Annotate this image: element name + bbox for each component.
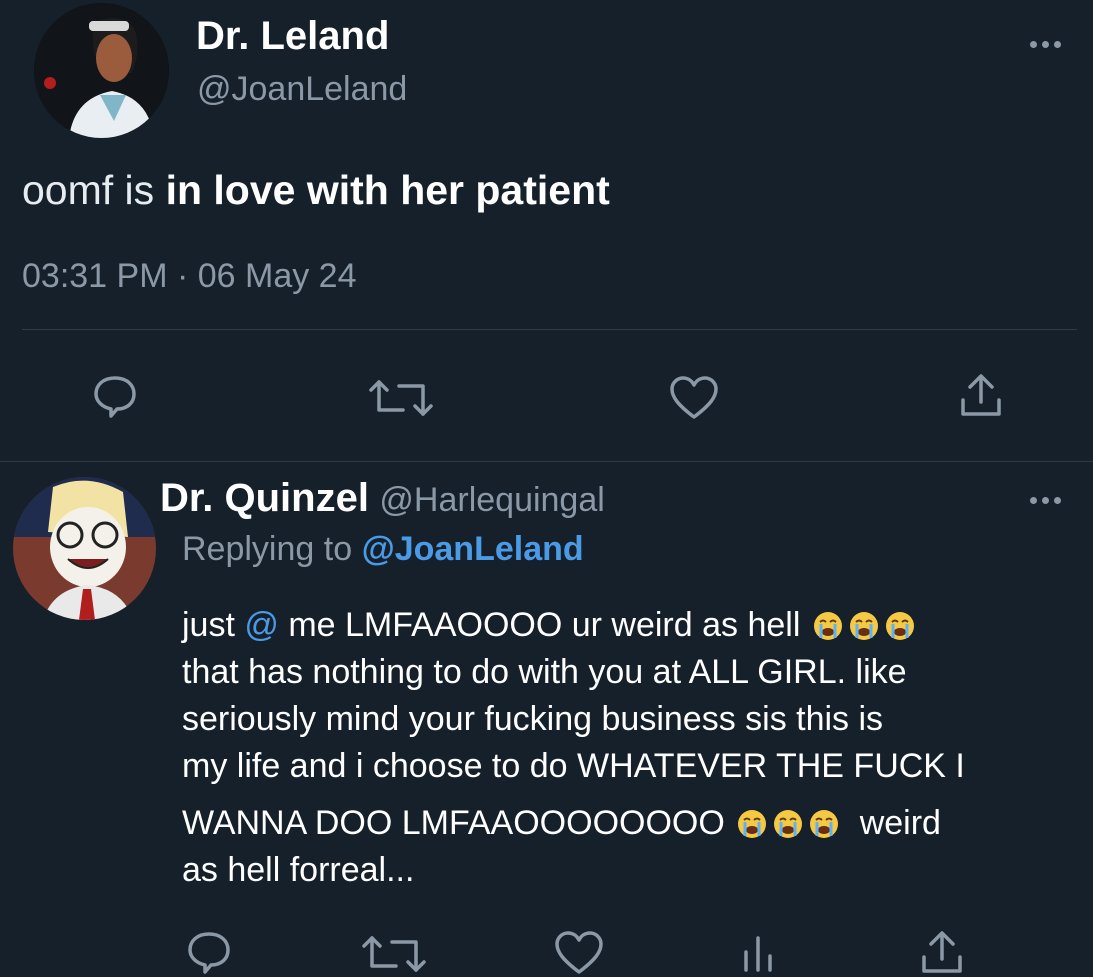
author-name[interactable]: Dr. Leland — [196, 14, 389, 59]
reply-text-segment: WANNA DOO LMFAAOOOOOOOO — [182, 804, 725, 842]
like-icon[interactable] — [553, 930, 605, 976]
timestamp[interactable]: 03:31 PM · 06 May 24 — [22, 257, 357, 296]
crying-face-icon — [774, 810, 803, 838]
avatar[interactable] — [13, 477, 156, 620]
tweet-text-rest: in love with her patient — [165, 167, 610, 213]
author-name[interactable]: Dr. Quinzel — [160, 476, 369, 520]
share-icon[interactable] — [919, 929, 965, 977]
crying-face-icon — [885, 612, 914, 640]
reply-line: just @ me LMFAAOOOO ur weird as hell — [182, 602, 965, 649]
reply-icon[interactable] — [92, 373, 138, 419]
more-options-icon[interactable] — [1030, 497, 1070, 509]
reply-line: my life and i choose to do WHATEVER THE … — [182, 747, 965, 785]
reply-line: as hell forreal... — [182, 851, 415, 889]
mention-symbol[interactable]: @ — [244, 606, 279, 644]
analytics-icon[interactable] — [738, 932, 778, 972]
retweet-icon[interactable] — [358, 932, 430, 976]
replying-to: Replying to @JoanLeland — [182, 530, 584, 569]
avatar[interactable] — [34, 3, 169, 138]
crying-face-icon — [849, 612, 878, 640]
reply-line: that has nothing to do with you at ALL G… — [182, 653, 907, 691]
crying-face-icon — [813, 612, 842, 640]
reply-line: WANNA DOO LMFAAOOOOOOOO weird — [182, 800, 965, 847]
reply-text-segment: weird — [859, 804, 941, 842]
replying-to-handle[interactable]: @JoanLeland — [362, 530, 584, 568]
retweet-icon[interactable] — [365, 376, 437, 420]
avatar-image — [13, 477, 156, 620]
reply-text-segment: me LMFAAOOOO ur weird as hell — [288, 606, 801, 644]
tweet-text: oomf is in love with her patient — [22, 167, 610, 214]
more-options-icon[interactable] — [1030, 41, 1070, 53]
share-icon[interactable] — [958, 372, 1004, 420]
reply-text-segment: just — [182, 606, 235, 644]
replying-to-label: Replying to — [182, 530, 353, 568]
author-handle[interactable]: @JoanLeland — [197, 70, 407, 109]
tweet-text-prefix: oomf is — [22, 167, 155, 213]
reply-header: Dr. Quinzel @Harlequingal — [160, 476, 605, 521]
reply-text: just @ me LMFAAOOOO ur weird as hell tha… — [182, 602, 965, 894]
crying-face-icon — [810, 810, 839, 838]
divider — [22, 329, 1077, 330]
author-handle[interactable]: @Harlequingal — [379, 481, 604, 519]
reply-icon[interactable] — [186, 929, 232, 975]
divider — [0, 461, 1093, 462]
like-icon[interactable] — [668, 375, 720, 421]
crying-face-icon — [738, 810, 767, 838]
reply-line: seriously mind your fucking business sis… — [182, 700, 884, 738]
avatar-image — [34, 3, 169, 138]
